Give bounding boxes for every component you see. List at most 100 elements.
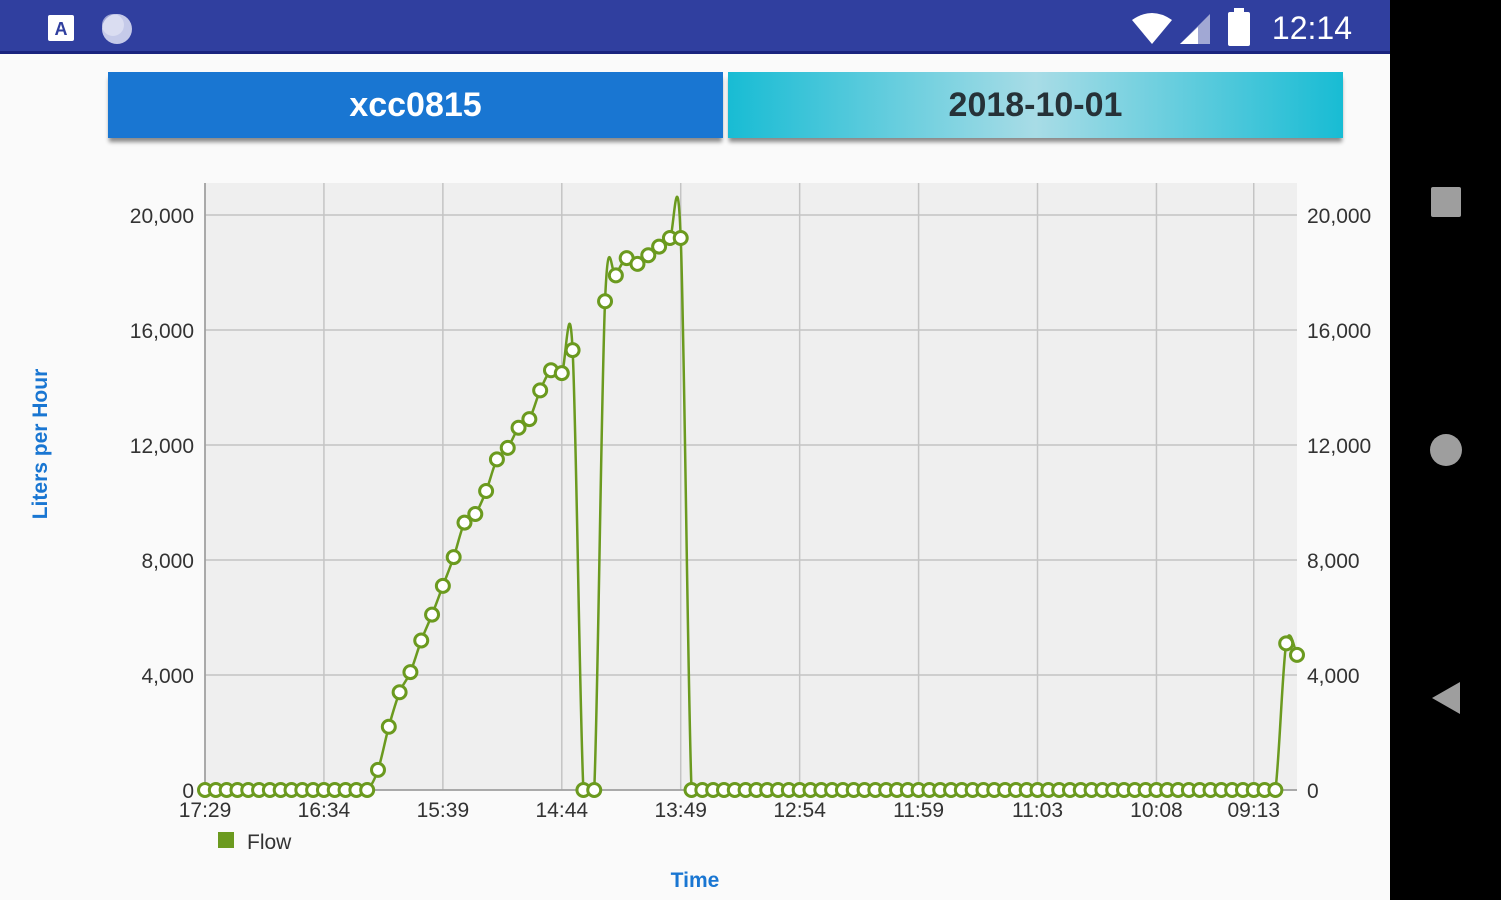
flow-data-point [586, 782, 603, 798]
wifi-icon [1132, 13, 1172, 44]
y-tick-label-right: 4,000 [1307, 665, 1360, 688]
flow-series-line [205, 195, 1299, 791]
flow-data-point [651, 238, 668, 255]
x-tick-label: 15:39 [417, 799, 470, 822]
flow-data-point [845, 782, 862, 798]
flow-data-point [1191, 782, 1208, 798]
y-tick-label-right: 8,000 [1307, 550, 1360, 573]
recent-apps-button[interactable] [1390, 180, 1501, 224]
flow-data-point [445, 549, 462, 566]
home-button[interactable] [1390, 428, 1501, 472]
flow-data-point [1083, 782, 1100, 798]
flow-data-point [1213, 782, 1230, 798]
flow-data-point [802, 782, 819, 798]
x-tick-label: 12:54 [773, 799, 826, 822]
flow-data-point [413, 632, 430, 649]
flow-data-point [1105, 782, 1122, 798]
flow-data-point [391, 684, 408, 701]
status-bar: A 12:14 [0, 0, 1390, 54]
flow-data-point [434, 577, 451, 594]
flow-data-point [737, 782, 754, 798]
flow-data-point [780, 782, 797, 798]
flow-data-point [1289, 646, 1305, 663]
flow-data-point [499, 439, 516, 456]
y-tick-label-left: 8,000 [141, 550, 194, 573]
flow-data-point [218, 782, 235, 798]
flow-data-point [348, 782, 365, 798]
flow-data-point [510, 419, 527, 436]
flow-data-point [1018, 782, 1035, 798]
flow-data-point [813, 782, 830, 798]
flow-data-point [380, 718, 397, 735]
flow-data-point [856, 782, 873, 798]
flow-data-point [618, 250, 635, 267]
flow-data-point [1072, 782, 1089, 798]
a-icon: A [48, 15, 74, 41]
flow-data-point [359, 782, 376, 798]
flow-data-point [478, 483, 495, 499]
flow-data-point [726, 782, 743, 798]
flow-data-point [748, 782, 765, 798]
date-tab[interactable]: 2018-10-01 [728, 72, 1343, 138]
x-tick-label: 16:34 [298, 799, 351, 822]
flow-data-point [899, 782, 916, 798]
flow-data-point [251, 782, 268, 798]
signal-icon [1180, 14, 1210, 44]
flow-data-point [1224, 782, 1241, 798]
flow-data-point [1040, 782, 1057, 798]
back-button[interactable] [1390, 676, 1501, 720]
status-clock: 12:14 [1271, 10, 1352, 46]
x-tick-label: 11:03 [1012, 799, 1063, 822]
back-triangle-icon [1431, 682, 1460, 714]
flow-data-point [943, 782, 960, 798]
device-tab[interactable]: xcc0815 [108, 72, 723, 138]
flow-data-point [575, 782, 592, 798]
y-tick-label-right: 20,000 [1307, 205, 1371, 228]
flow-data-point [315, 782, 332, 798]
legend-swatch-flow [218, 832, 234, 848]
flow-data-point [1007, 782, 1024, 798]
flow-data-point [369, 761, 386, 778]
square-icon [1430, 187, 1461, 217]
flow-data-point [878, 782, 895, 798]
x-axis-title: Time [671, 869, 720, 892]
flow-data-point [715, 782, 732, 798]
flow-data-point [1256, 782, 1273, 798]
flow-data-point [1180, 782, 1197, 798]
flow-data-point [1029, 782, 1046, 798]
flow-data-point [953, 782, 970, 798]
y-axis-title: Liters per Hour [29, 369, 52, 520]
flow-data-point [759, 782, 776, 798]
flow-data-point [640, 247, 657, 264]
flow-data-point [1126, 782, 1143, 798]
flow-data-point [521, 411, 538, 428]
flow-data-point [1278, 635, 1295, 652]
y-tick-label-left: 4,000 [141, 665, 194, 688]
flow-data-point [294, 782, 311, 798]
y-tick-label-left: 16,000 [130, 320, 194, 343]
flow-data-point [910, 782, 927, 798]
flow-data-point [564, 342, 581, 359]
flow-data-point [1234, 782, 1251, 798]
flow-data-point [932, 782, 949, 798]
flow-data-point [1267, 782, 1284, 798]
flow-data-point [964, 782, 981, 798]
y-tick-label-left: 12,000 [130, 435, 194, 458]
flow-data-point [553, 365, 570, 382]
app-screen: A 12:14 xcc0815 2018-10-01 0 0 4,000 4,000 8… [0, 0, 1390, 900]
flow-data-point [791, 782, 808, 798]
y-tick-label-right: 12,000 [1307, 435, 1371, 458]
circle-icon [102, 14, 132, 44]
x-tick-label: 17:29 [179, 799, 232, 822]
flow-data-point [997, 782, 1014, 798]
flow-data-point [456, 514, 473, 531]
y-tick-label-right: 16,000 [1307, 320, 1371, 343]
flow-data-point [661, 230, 678, 246]
flow-data-point [402, 664, 419, 681]
flow-data-point [272, 782, 289, 798]
x-tick-label: 11:59 [893, 799, 944, 822]
y-tick-label-right: 0 [1307, 780, 1319, 803]
flow-data-point [597, 293, 614, 310]
circle-home-icon [1429, 434, 1462, 466]
flow-data-point [305, 782, 322, 798]
